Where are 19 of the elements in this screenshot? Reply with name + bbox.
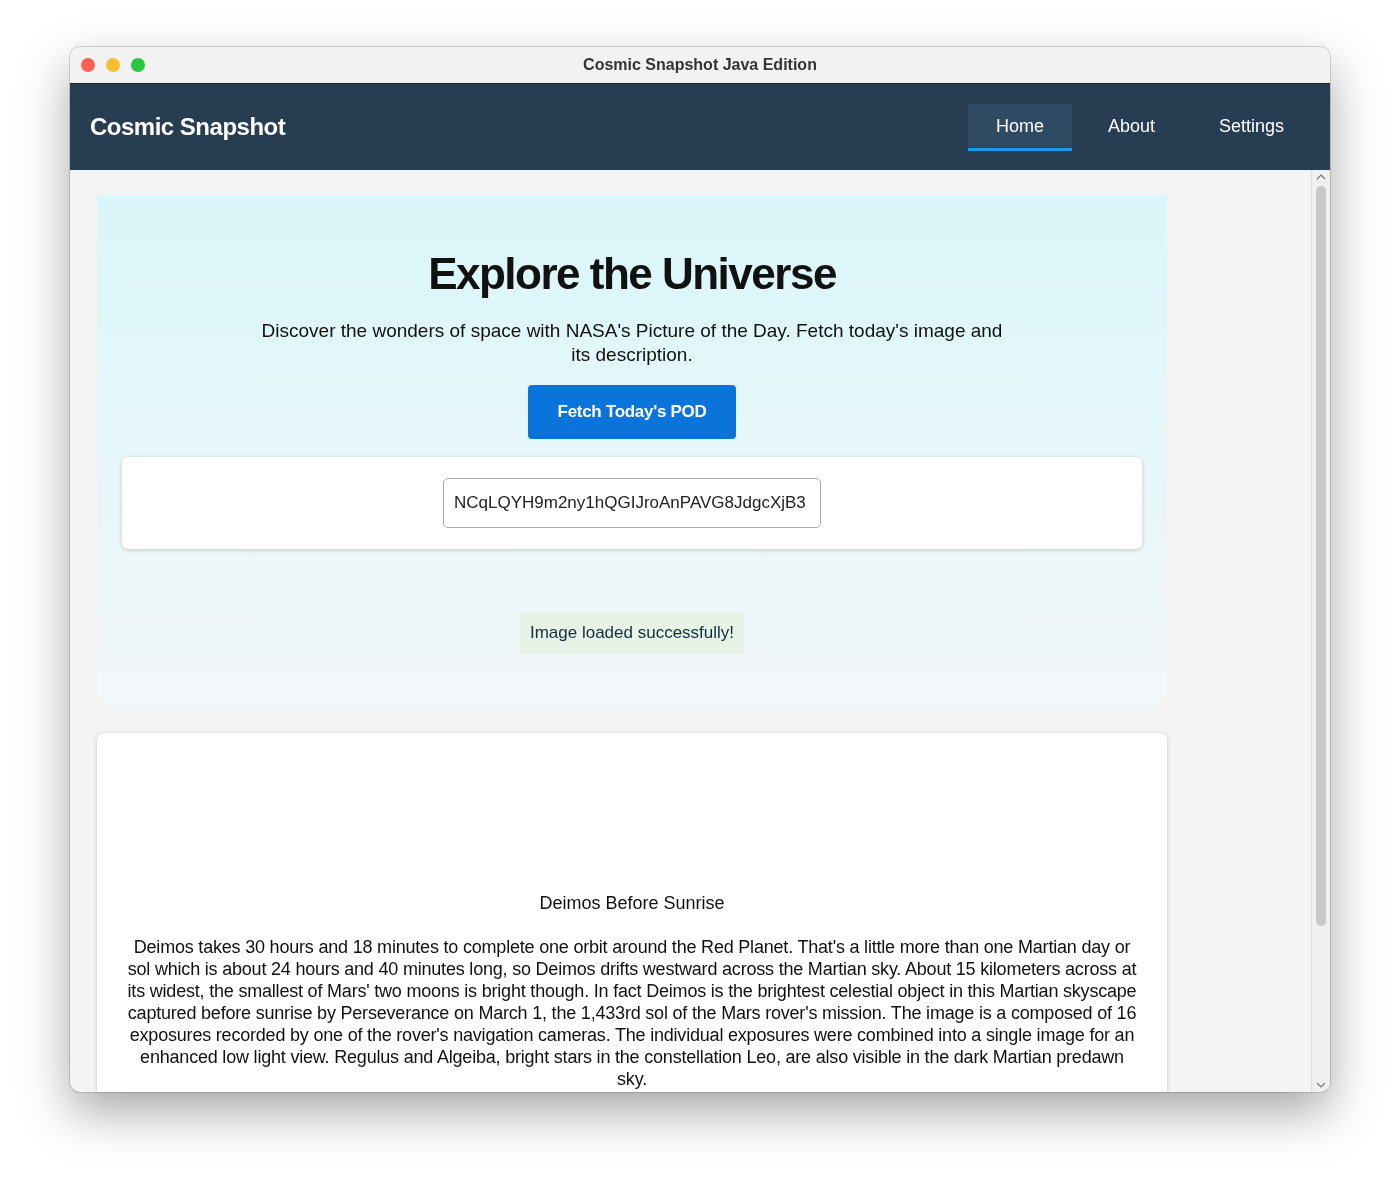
scroll-down-icon[interactable]	[1316, 1082, 1326, 1088]
hero-description: Discover the wonders of space with NASA's Picture of the Day. Fetch today's image and its description.	[260, 319, 1004, 367]
close-button[interactable]	[81, 58, 95, 72]
fetch-button[interactable]: Fetch Today's POD	[527, 385, 737, 439]
window-title: Cosmic Snapshot Java Edition	[583, 56, 817, 74]
nav-tab[interactable]: About	[1079, 103, 1183, 151]
api-key-field[interactable]: NCqLQYH9m2ny1hQGIJroAnPAVG8JdgcXjB3	[443, 478, 821, 528]
scrollbar-thumb[interactable]	[1316, 186, 1326, 926]
scrollbar[interactable]	[1311, 170, 1330, 1092]
hero-heading: Explore the Universe	[428, 248, 836, 300]
app-name: Cosmic Snapshot	[90, 113, 286, 141]
picture-title: Deimos Before Sunrise	[538, 893, 726, 914]
zoom-button[interactable]	[131, 58, 145, 72]
status-message: Image loaded successfully!	[519, 612, 745, 654]
nav-tab[interactable]: Home	[967, 103, 1072, 151]
picture-explanation: Deimos takes 30 hours and 18 minutes to complete one orbit around the Red Planet. That's a little more than one Martian day or sol which is about 24 hours and 40 minutes long, so Deimos drifts westward across the Martian sky. About 15 kilometers across at its widest, the smallest of Mars' two moons is bright though. In fact Deimos is the brightest celestial object in this Martian skyscape captured before sunrise by Perseverance on March 1, the 1,433rd sol of the Mars rover's mission. The image is a composed of 16 exposures recorded by one of the rover's navigation cameras. The individual exposures were combined into a single image for an enhanced low light view. Regulus and Algeiba, bright stars in the constellation Leo, are also visible in the dark Martian predawn sky.	[127, 936, 1137, 1090]
nav-tab[interactable]: Settings	[1190, 103, 1312, 151]
minimize-button[interactable]	[106, 58, 120, 72]
scroll-up-icon[interactable]	[1316, 174, 1326, 180]
